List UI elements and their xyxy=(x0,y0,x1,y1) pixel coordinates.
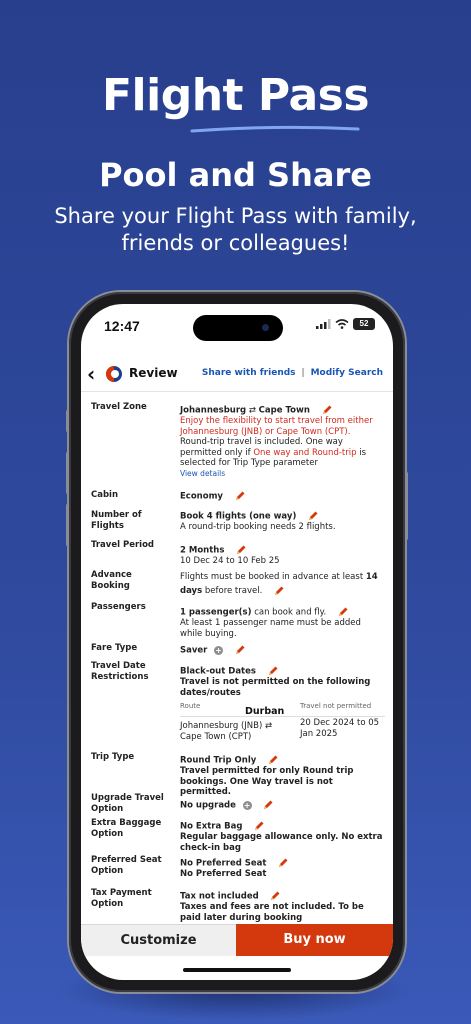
edit-pencil-icon[interactable] xyxy=(234,644,246,656)
edit-pencil-icon[interactable] xyxy=(267,665,279,677)
row-label: Upgrade Travel Option xyxy=(91,793,164,814)
seat-note: No Preferred Seat xyxy=(180,869,267,879)
edit-pencil-icon[interactable] xyxy=(234,490,246,502)
link-separator: | xyxy=(301,368,305,378)
edit-pencil-icon[interactable] xyxy=(307,510,319,522)
cabin-value: Economy xyxy=(180,491,223,502)
phone-screen: 12:47 52 ‹ Review Share with friends | M… xyxy=(81,304,393,980)
flights-value: Book 4 flights (one way) xyxy=(180,511,297,522)
tax-value: Tax not included xyxy=(180,891,259,902)
col-route: Route xyxy=(180,702,201,710)
volume-down-button xyxy=(66,504,69,546)
phone-frame: 12:47 52 ‹ Review Share with friends | M… xyxy=(66,292,408,992)
home-indicator[interactable] xyxy=(183,968,291,972)
app-header: ‹ Review Share with friends | Modify Sea… xyxy=(81,356,393,392)
wifi-icon xyxy=(335,319,349,329)
row-label: Extra Baggage Option xyxy=(91,818,162,839)
trip-note: Travel permitted for only Round trip boo… xyxy=(180,766,354,797)
period-value: 2 Months xyxy=(180,545,225,556)
period-dates: 10 Dec 24 to 10 Feb 25 xyxy=(180,556,280,566)
row-label: Travel Period xyxy=(91,540,154,550)
add-icon[interactable]: + xyxy=(242,800,252,810)
flights-note: A round-trip booking needs 2 flights. xyxy=(180,522,336,532)
power-button xyxy=(405,472,408,540)
upgrade-value: No upgrade xyxy=(180,800,236,811)
review-details: Travel Zone Johannesburg ⇄ Cape Town Enj… xyxy=(81,394,393,922)
airline-logo-icon xyxy=(106,366,122,382)
row-label: Advance Booking xyxy=(91,570,132,591)
status-bar: 12:47 52 xyxy=(81,304,393,346)
edit-pencil-icon[interactable] xyxy=(262,799,274,811)
row-label: Tax Payment Option xyxy=(91,888,152,909)
row-label: Preferred Seat Option xyxy=(91,855,162,876)
page-title: Review xyxy=(129,366,178,380)
buy-now-button[interactable]: Buy now xyxy=(236,924,393,956)
edit-pencil-icon[interactable] xyxy=(273,585,285,597)
travel-zone-note: Enjoy the flexibility to start travel fr… xyxy=(180,416,373,437)
promo-subtitle: Pool and Share xyxy=(99,156,372,194)
edit-pencil-icon[interactable] xyxy=(235,544,247,556)
passengers-note: At least 1 passenger name must be added … xyxy=(180,618,361,639)
view-details-link[interactable]: View details xyxy=(180,469,385,480)
status-time: 12:47 xyxy=(104,318,140,334)
edit-pencil-icon[interactable] xyxy=(337,606,349,618)
seat-value: No Preferred Seat xyxy=(180,858,267,869)
trip-value: Round Trip Only xyxy=(180,755,257,766)
add-icon[interactable]: + xyxy=(214,645,224,655)
modify-search-link[interactable]: Modify Search xyxy=(311,368,383,378)
blackout-title: Black-out Dates xyxy=(180,666,256,677)
promo-title: Flight Pass xyxy=(101,70,370,121)
route-from: Johannesburg xyxy=(180,405,247,416)
edit-pencil-icon[interactable] xyxy=(253,820,265,832)
volume-up-button xyxy=(66,452,69,494)
row-label: Number of Flights xyxy=(91,510,142,531)
row-label: Cabin xyxy=(91,490,119,500)
underline-swoosh xyxy=(190,125,360,133)
col-travel-not-permitted: Travel not permitted xyxy=(300,702,372,710)
row-label: Trip Type xyxy=(91,752,135,762)
blackout-note: Travel is not permitted on the following… xyxy=(180,677,371,698)
row-label: Passengers xyxy=(91,602,146,612)
swap-arrows-icon: ⇄ xyxy=(248,405,256,416)
edit-pencil-icon[interactable] xyxy=(277,857,289,869)
edit-pencil-icon[interactable] xyxy=(269,890,281,902)
baggage-value: No Extra Bag xyxy=(180,821,243,832)
share-with-friends-link[interactable]: Share with friends xyxy=(202,368,296,378)
customize-button[interactable]: Customize xyxy=(81,924,236,956)
tax-note: Taxes and fees are not included. To be p… xyxy=(180,902,364,922)
row-label: Travel Date Restrictions xyxy=(91,661,149,682)
dynamic-island xyxy=(193,315,283,341)
blackout-route: Johannesburg (JNB) ⇄ Cape Town (CPT) xyxy=(180,721,273,742)
signal-icon xyxy=(316,319,331,329)
back-chevron-icon[interactable]: ‹ xyxy=(87,364,95,384)
table-divider xyxy=(180,716,385,717)
battery-icon: 52 xyxy=(353,318,375,330)
action-bar: Customize Buy now xyxy=(81,924,393,956)
row-label: Fare Type xyxy=(91,643,138,653)
route-to: Cape Town xyxy=(258,405,310,416)
baggage-note: Regular baggage allowance only. No extra… xyxy=(180,832,383,853)
blackout-dates: 20 Dec 2024 to 05 Jan 2025 xyxy=(300,718,380,739)
promo-description: Share your Flight Pass with family, frie… xyxy=(54,204,417,255)
row-label: Travel Zone xyxy=(91,402,147,412)
mute-switch xyxy=(66,410,69,432)
edit-pencil-icon[interactable] xyxy=(267,754,279,766)
round-trip-note: Round-trip travel is included. One way p… xyxy=(180,437,366,468)
fare-value: Saver xyxy=(180,645,208,656)
edit-pencil-icon[interactable] xyxy=(321,404,333,416)
status-icons: 52 xyxy=(316,318,375,330)
